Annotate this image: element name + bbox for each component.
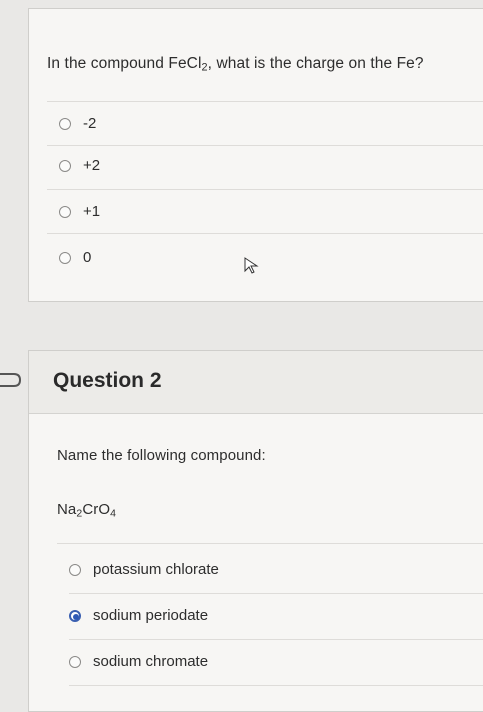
option-sodium-chromate[interactable]: sodium chromate xyxy=(69,653,208,670)
divider xyxy=(69,593,483,594)
option-zero[interactable]: 0 xyxy=(59,249,91,266)
question-1-prompt: In the compound FeCl2, what is the charg… xyxy=(47,55,424,74)
compound-formula: Na2CrO4 xyxy=(57,501,117,520)
divider xyxy=(69,639,483,640)
radio-button[interactable] xyxy=(59,205,71,218)
cursor-icon xyxy=(244,257,259,274)
option-sodium-periodate[interactable]: sodium periodate xyxy=(69,607,208,624)
divider xyxy=(47,189,483,190)
question-2-prompt: Name the following compound: xyxy=(57,447,266,464)
option-label: potassium chlorate xyxy=(93,561,219,578)
option-label: +1 xyxy=(83,203,101,220)
chevron-right-icon xyxy=(0,373,22,387)
option-label: +2 xyxy=(83,157,101,174)
radio-button[interactable] xyxy=(69,563,81,576)
radio-button-selected[interactable] xyxy=(69,609,81,622)
divider xyxy=(57,543,483,544)
radio-button[interactable] xyxy=(59,117,71,130)
radio-button[interactable] xyxy=(59,251,71,264)
option-label: 0 xyxy=(83,249,92,266)
option-plus-1[interactable]: +1 xyxy=(59,203,100,220)
question-2-header: Question 2 xyxy=(29,351,483,414)
option-minus-2[interactable]: -2 xyxy=(59,115,96,132)
divider xyxy=(47,101,483,102)
option-plus-2[interactable]: +2 xyxy=(59,157,100,174)
option-label: sodium periodate xyxy=(93,607,209,624)
radio-button[interactable] xyxy=(69,655,81,668)
divider xyxy=(47,145,483,146)
radio-button[interactable] xyxy=(59,159,71,172)
divider xyxy=(69,685,483,686)
option-potassium-chlorate[interactable]: potassium chlorate xyxy=(69,561,219,578)
option-label: sodium chromate xyxy=(93,653,209,670)
question-title: Question 2 xyxy=(53,369,162,392)
option-label: -2 xyxy=(83,115,97,132)
divider xyxy=(47,233,483,234)
question-2-card: Question 2 Name the following compound: … xyxy=(28,350,483,712)
